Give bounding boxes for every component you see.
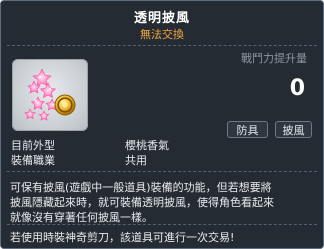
trade-status: 無法交換 — [140, 28, 184, 41]
job-label: 裝備職業 — [11, 154, 55, 167]
item-name: 透明披風 — [133, 11, 190, 26]
combat-power-value: 0 — [289, 76, 305, 101]
footer-note: 若使用時裝神奇剪刀，該道具可進行一次交易! — [10, 231, 235, 244]
item-tooltip: 透明披風 無法交換 戰鬥力提升量 0 防具 披風 目前外型 櫻桃香氣 裝備職業 … — [0, 0, 324, 249]
item-icon-frame — [12, 59, 88, 131]
divider-top — [7, 45, 317, 46]
divider-middle — [7, 171, 317, 172]
item-description: 可保有披風(遊戲中一般道具)裝備的功能，但若想要將 披風隱藏起來時，就可裝備透明… — [10, 181, 274, 224]
combat-power-label: 戰鬥力提升量 — [241, 52, 307, 65]
tag-cloak: 披風 — [275, 121, 312, 138]
divider-bottom — [7, 224, 317, 225]
cherry-blossom-cloak-icon — [24, 68, 76, 121]
tag-armor: 防具 — [227, 121, 268, 138]
appearance-label: 目前外型 — [11, 139, 55, 152]
job-value: 共用 — [125, 154, 147, 167]
appearance-value: 櫻桃香氣 — [125, 139, 169, 152]
